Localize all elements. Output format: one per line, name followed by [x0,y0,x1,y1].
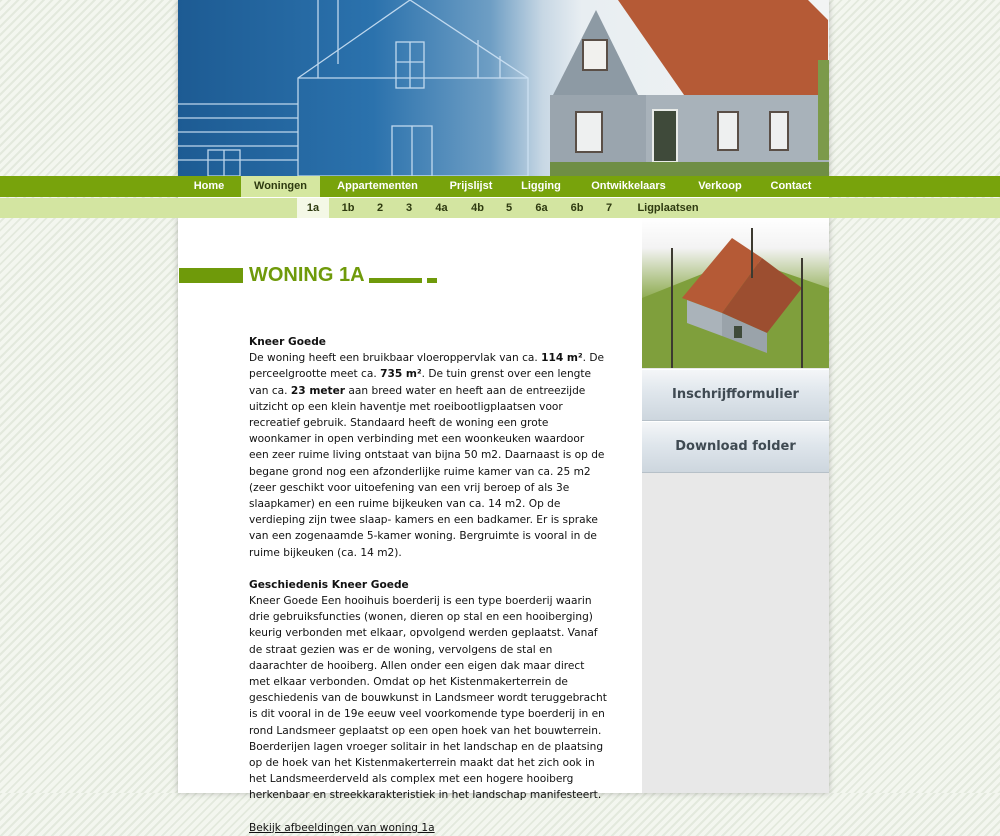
subnav-2[interactable]: 2 [368,198,392,218]
header-banner [178,0,829,176]
sub-navigation: 1a 1b 2 3 4a 4b 5 6a 6b 7 Ligplaatsen [0,198,1000,218]
floor-area-value: 114 m² [541,352,583,365]
subnav-3[interactable]: 3 [397,198,421,218]
nav-verkoop[interactable]: Verkoop [685,176,755,197]
nav-home[interactable]: Home [180,176,238,197]
subnav-1a[interactable]: 1a [297,198,329,218]
subnav-6b[interactable]: 6b [562,198,592,218]
house-render-image [642,218,829,368]
house-render-graphic [642,228,829,368]
subnav-1b[interactable]: 1b [333,198,363,218]
nav-woningen[interactable]: Woningen [241,176,320,197]
intro-paragraph: De woning heeft een bruikbaar vloeropper… [249,350,607,561]
history-paragraph: Kneer Goede Een hooihuis boerderij is ee… [249,595,607,802]
nav-appartementen[interactable]: Appartementen [323,176,432,197]
main-navigation: Home Woningen Appartementen Prijslijst L… [0,176,1000,197]
page-title: WONING 1A [249,264,365,286]
subnav-6a[interactable]: 6a [527,198,556,218]
title-underline-dot [427,278,437,283]
subnav-5[interactable]: 5 [498,198,520,218]
title-decoration-bar [179,268,243,283]
main-content: Kneer Goede De woning heeft een bruikbaa… [249,334,607,836]
nav-contact[interactable]: Contact [760,176,822,197]
subnav-7[interactable]: 7 [598,198,620,218]
intro-heading: Kneer Goede [249,336,326,348]
history-heading: Geschiedenis Kneer Goede [249,578,409,591]
nav-ontwikkelaars[interactable]: Ontwikkelaars [577,176,680,197]
nav-ligging[interactable]: Ligging [510,176,572,197]
subnav-4a[interactable]: 4a [427,198,456,218]
title-underline-bar [369,278,422,283]
registration-form-button[interactable]: Inschrijfformulier [642,369,829,421]
subnav-ligplaatsen[interactable]: Ligplaatsen [629,198,707,218]
intro-text-4: aan breed water en heeft aan de entreezi… [249,384,605,559]
view-images-link[interactable]: Bekijk afbeeldingen van woning 1a [249,822,435,834]
plot-size-value: 735 m² [380,368,422,381]
house-illustration [178,0,829,176]
water-frontage-value: 23 meter [290,384,346,397]
download-brochure-button[interactable]: Download folder [642,421,829,473]
intro-text-1: De woning heeft een bruikbaar vloeropper… [249,352,542,365]
nav-prijslijst[interactable]: Prijslijst [437,176,505,197]
subnav-4b[interactable]: 4b [463,198,492,218]
